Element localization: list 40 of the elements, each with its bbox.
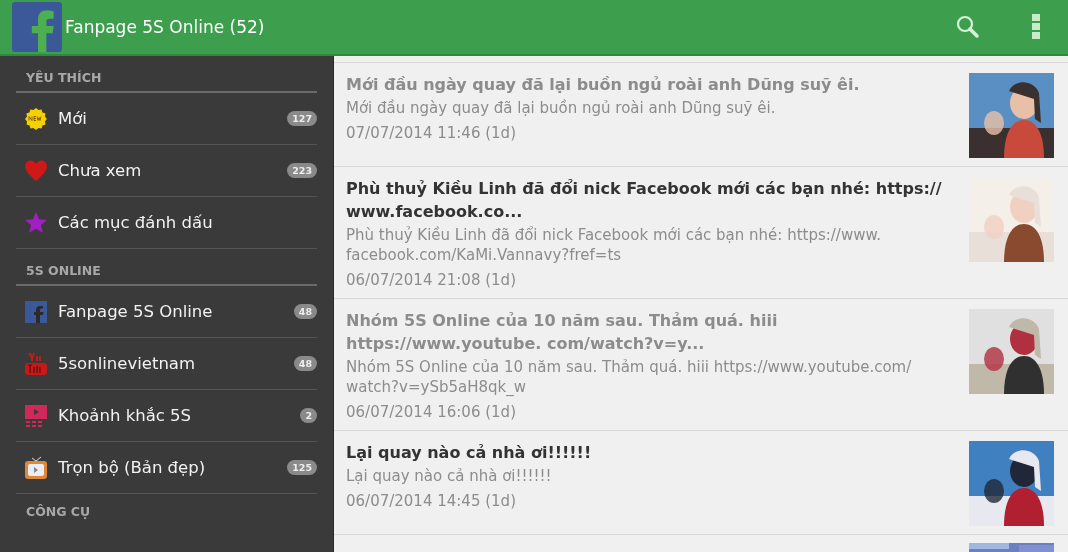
post-title: Phù thuỷ Kiều Linh đã đổi nick Facebook mới các bạn nhé: https:// www.facebook.co... (346, 178, 943, 223)
post-title: Lại quay nào cả nhà ơi!!!!!! (346, 442, 593, 464)
drawer-item[interactable]: Các mục đánh dấu (16, 197, 317, 249)
search-icon[interactable] (956, 15, 980, 39)
post-date: 06/07/2014 21:08 (1d) (346, 270, 517, 290)
post-date: 06/07/2014 14:45 (1d) (346, 491, 517, 511)
drawer-item[interactable]: Khoảnh khắc 5S 2 (16, 390, 317, 442)
post-title: Mới đầu ngày quay đã lại buồn ngủ roài anh Dũng suỹ êi. (346, 74, 861, 96)
film-icon (24, 403, 48, 428)
heart-icon (24, 158, 48, 183)
drawer-item[interactable]: Mới 127 (16, 93, 317, 145)
post-summary: Lại quay nào cả nhà ơi!!!!!! (346, 466, 553, 486)
count-badge: 48 (293, 304, 317, 319)
facebook-icon (24, 299, 48, 324)
drawer-item[interactable]: Trọn bộ (Bản đẹp) 125 (16, 442, 317, 494)
post-summary: Nhóm 5S Online của 10 năm sau. Thảm quá. hiii https://www.youtube.com/ watch?v=ySb5aH8qk_w (346, 357, 913, 397)
post-summary: Phù thuỷ Kiều Linh đã đổi nick Facebook mới các bạn nhé: https://www. facebook.com/KaMi.Vannavy?fref=ts (346, 225, 883, 265)
youtube-icon (24, 351, 48, 376)
drawer-item[interactable]: 5sonlinevietnam 48 (16, 338, 317, 390)
count-badge: 223 (287, 163, 317, 178)
star-icon (24, 210, 48, 235)
count-badge: 125 (287, 460, 317, 475)
section-header: YÊU THÍCH (16, 56, 317, 93)
count-badge: 48 (293, 356, 317, 371)
drawer-item[interactable]: Chưa xem 223 (16, 145, 317, 197)
section-header: CÔNG CỤ (25, 503, 92, 521)
post-title: Nhóm 5S Online của 10 năm sau. Thảm quá. hiii https://www.youtube. com/watch?v=y... (346, 310, 779, 355)
tv-icon (24, 455, 48, 480)
facebook-logo-icon (12, 2, 62, 52)
count-badge: 2 (300, 408, 317, 423)
post-row[interactable]: Lại quay nào cả nhà ơi!!!!!! Lại quay nào cả nhà ơi!!!!!! 06/07/2014 14:45 (1d) (334, 430, 1068, 534)
app-title: Fanpage 5S Online (52) (65, 17, 265, 37)
count-badge: 127 (287, 111, 317, 126)
overflow-menu-icon[interactable] (1032, 14, 1040, 40)
new-badge-icon (24, 106, 48, 131)
post-date: 07/07/2014 11:46 (1d) (346, 123, 517, 143)
post-date: 06/07/2014 16:06 (1d) (346, 402, 517, 422)
drawer-item[interactable]: Fanpage 5S Online 48 (16, 286, 317, 338)
post-summary: Mới đầu ngày quay đã lại buồn ngủ roài anh Dũng suỹ êi. (346, 98, 777, 118)
section-header: 5S ONLINE (16, 249, 317, 286)
